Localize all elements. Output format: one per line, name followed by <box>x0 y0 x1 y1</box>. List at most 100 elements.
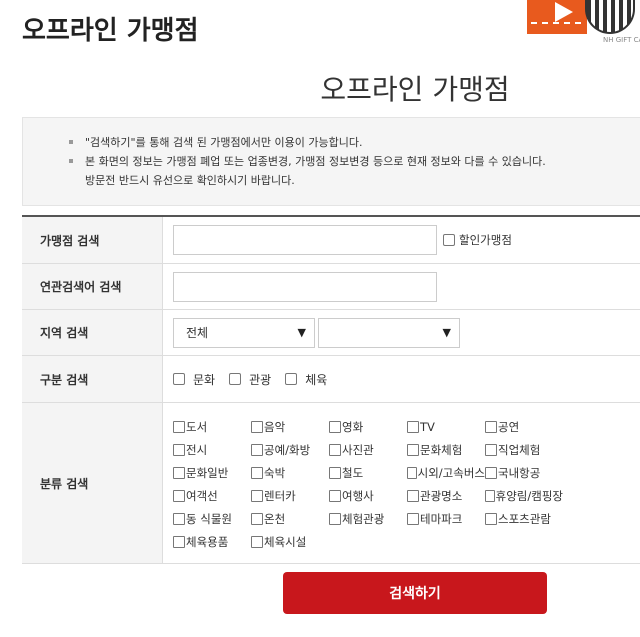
checkbox-box[interactable] <box>485 443 497 456</box>
checkbox-box[interactable] <box>485 466 497 479</box>
category-checkbox[interactable]: 관광명소 <box>407 487 485 504</box>
region-select-province-value: 전체 <box>186 326 209 340</box>
checkbox-box[interactable] <box>229 373 242 385</box>
category-option-label: 체육시설 <box>264 534 307 549</box>
category-checkbox[interactable]: 여행사 <box>329 487 407 504</box>
checkbox-box[interactable] <box>173 512 185 525</box>
checkbox-box[interactable] <box>251 420 263 433</box>
checkbox-box[interactable] <box>173 420 185 433</box>
checkbox-box[interactable] <box>485 512 497 525</box>
category-option-label: 테마파크 <box>420 511 463 526</box>
keyword-search-input[interactable] <box>173 271 437 302</box>
category-checkbox[interactable]: 숙박 <box>251 464 329 481</box>
checkbox-box[interactable] <box>173 489 185 502</box>
checkbox-box[interactable] <box>173 373 185 385</box>
category-checkbox[interactable]: 동 식물원 <box>173 510 251 527</box>
banner-dashes <box>531 22 581 24</box>
category-checkbox[interactable]: 영화 <box>329 418 407 435</box>
notice-item: 본 화면의 정보는 가맹점 폐업 또는 업종변경, 가맹점 정보변경 등으로 현… <box>69 152 640 171</box>
checkbox-box[interactable] <box>285 373 298 385</box>
merchant-search-input[interactable] <box>173 225 437 255</box>
checkbox-box[interactable] <box>407 489 419 502</box>
category-checkbox[interactable]: 전시 <box>173 441 251 458</box>
category-option-label: 공연 <box>498 419 520 434</box>
category-checkbox[interactable]: 여객선 <box>173 487 251 504</box>
notice-item: 방문전 반드시 유선으로 확인하시기 바랍니다. <box>85 174 295 187</box>
checkbox-box[interactable] <box>173 466 185 479</box>
balloon-icon <box>585 0 635 34</box>
category-checkbox[interactable]: 도서 <box>173 418 251 435</box>
category-checkbox[interactable]: 철도 <box>329 464 407 481</box>
category-option-label: 렌터카 <box>264 488 296 503</box>
chevron-down-icon: ▼ <box>442 326 451 339</box>
region-select-city[interactable]: ▼ <box>318 317 460 348</box>
checkbox-box[interactable] <box>407 466 417 479</box>
category-option-label: 스포츠관람 <box>498 511 551 526</box>
keyword-search-row: 연관검색어 검색 <box>22 264 640 310</box>
category-option-label: 도서 <box>186 419 208 434</box>
chevron-down-icon: ▼ <box>297 326 306 339</box>
checkbox-box[interactable] <box>251 443 263 456</box>
category-checkbox[interactable]: 공연 <box>485 418 563 435</box>
category-option-label: 문화체험 <box>420 442 463 457</box>
checkbox-box[interactable] <box>329 443 341 456</box>
checkbox-box[interactable] <box>251 535 263 548</box>
checkbox-box[interactable] <box>173 535 185 548</box>
checkbox-box[interactable] <box>173 443 185 456</box>
type-checkbox-sports[interactable]: 체육 <box>285 371 327 388</box>
category-checkbox[interactable]: 체험관광 <box>329 510 407 527</box>
checkbox-box[interactable] <box>251 512 263 525</box>
category-option-label: 온천 <box>264 511 286 526</box>
notice-item: "검색하기"를 통해 검색 된 가맹점에서만 이용이 가능합니다. <box>69 133 640 152</box>
type-option-label: 문화 <box>193 372 216 387</box>
category-search-label: 분류 검색 <box>22 403 163 563</box>
type-search-label: 구분 검색 <box>22 356 163 402</box>
category-checkbox[interactable]: 스포츠관람 <box>485 510 563 527</box>
category-checkbox[interactable]: 문화일반 <box>173 464 251 481</box>
type-search-row: 구분 검색 문화 관광 체육 <box>22 356 640 403</box>
category-checkbox-grid: 도서 음악 영화 TV 공연전시 공예/화방 사진관 문화체험 직업체험문화일반 숙박 철도 시외/고… <box>173 416 563 550</box>
category-checkbox[interactable]: 체육시설 <box>251 533 329 550</box>
category-checkbox[interactable]: 시외/고속버스 <box>407 464 485 481</box>
page-title: 오프라인 가맹점 <box>22 16 199 46</box>
category-checkbox[interactable]: 온천 <box>251 510 329 527</box>
category-checkbox[interactable]: 공예/화방 <box>251 441 329 458</box>
search-form: 가맹점 검색 할인가맹점 연관검색어 검색 지역 검색 전체 ▼ ▼ 구분 검색… <box>22 215 640 564</box>
category-option-label: 여행사 <box>342 488 374 503</box>
gift-card-banner[interactable]: NH GIFT CA <box>527 0 640 58</box>
category-checkbox[interactable]: 테마파크 <box>407 510 485 527</box>
checkbox-box[interactable] <box>407 512 419 525</box>
category-option-label: 철도 <box>342 465 364 480</box>
checkbox-box[interactable] <box>485 420 497 433</box>
category-checkbox[interactable]: 국내항공 <box>485 464 563 481</box>
category-option-label: 동 식물원 <box>186 511 232 526</box>
category-option-label: 체험관광 <box>342 511 385 526</box>
category-checkbox[interactable]: TV <box>407 418 485 435</box>
checkbox-box[interactable] <box>485 489 495 502</box>
type-checkbox-culture[interactable]: 문화 <box>173 371 215 388</box>
discount-merchant-checkbox[interactable]: 할인가맹점 <box>443 232 512 248</box>
category-option-label: 전시 <box>186 442 208 457</box>
checkbox-box[interactable] <box>329 489 341 502</box>
checkbox-box[interactable] <box>329 512 341 525</box>
category-checkbox[interactable]: 사진관 <box>329 441 407 458</box>
category-checkbox[interactable]: 체육용품 <box>173 533 251 550</box>
checkbox-box[interactable] <box>443 234 455 246</box>
checkbox-box[interactable] <box>329 420 341 433</box>
checkbox-box[interactable] <box>329 466 341 479</box>
type-checkbox-tourism[interactable]: 관광 <box>229 371 271 388</box>
category-checkbox[interactable]: 렌터카 <box>251 487 329 504</box>
search-button[interactable]: 검색하기 <box>283 572 547 614</box>
checkbox-box[interactable] <box>251 489 263 502</box>
checkbox-box[interactable] <box>407 443 419 456</box>
checkbox-box[interactable] <box>407 420 419 433</box>
category-checkbox[interactable]: 직업체험 <box>485 441 563 458</box>
category-checkbox[interactable]: 음악 <box>251 418 329 435</box>
type-option-label: 체육 <box>305 372 328 387</box>
region-select-province[interactable]: 전체 ▼ <box>173 317 315 348</box>
checkbox-box[interactable] <box>251 466 263 479</box>
category-checkbox[interactable]: 문화체험 <box>407 441 485 458</box>
region-search-row: 지역 검색 전체 ▼ ▼ <box>22 310 640 356</box>
category-checkbox[interactable]: 휴양림/캠핑장 <box>485 487 563 504</box>
merchant-search-row: 가맹점 검색 할인가맹점 <box>22 217 640 264</box>
